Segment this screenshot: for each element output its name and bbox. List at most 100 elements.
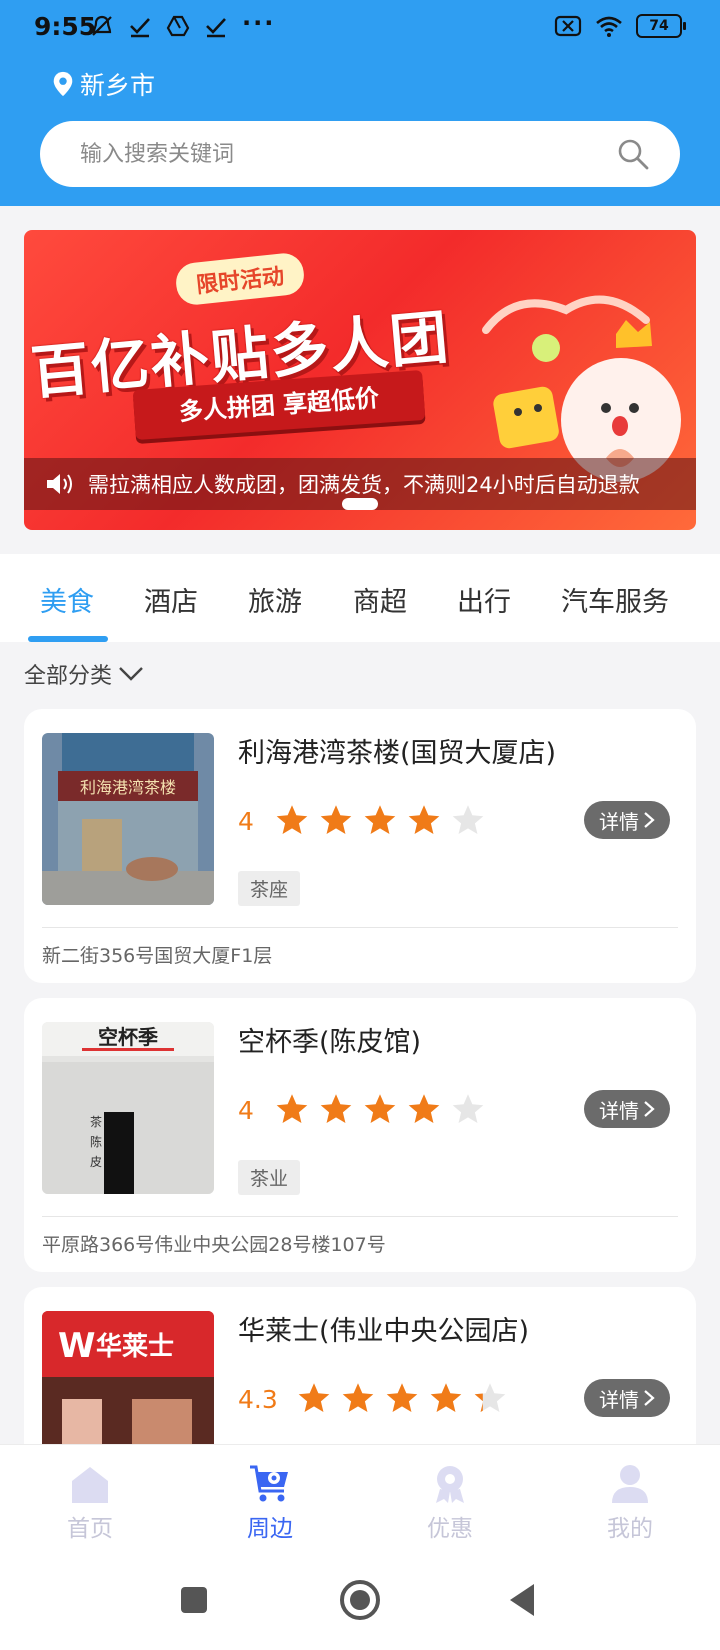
listing-title: 空杯季(陈皮馆)	[238, 1027, 422, 1058]
chevron-right-icon	[644, 812, 655, 828]
details-button[interactable]: 详情	[584, 1379, 670, 1417]
details-label: 详情	[599, 1098, 639, 1123]
location-pin-icon	[53, 71, 73, 97]
tab-car-service[interactable]: 汽车服务	[561, 580, 669, 619]
chevron-right-icon	[644, 1101, 655, 1117]
details-label: 详情	[599, 1387, 639, 1412]
divider	[42, 1216, 678, 1217]
star-filled-icon	[298, 1383, 330, 1413]
promo-banner[interactable]: 限时活动 百亿补贴多人团 多人拼团 享超低价 需拉满相应人数成团，团满发货，不满…	[24, 230, 696, 530]
listing-rating: 4	[238, 1092, 494, 1128]
nav-profile[interactable]: 我的	[570, 1463, 690, 1543]
store-sign-text: 利海港湾茶楼	[80, 778, 176, 797]
tab-travel[interactable]: 旅游	[248, 580, 302, 619]
badge-icon	[436, 1466, 464, 1503]
svg-text:皮: 皮	[90, 1155, 102, 1169]
home-icon	[72, 1467, 108, 1503]
listing-card[interactable]: 空杯季 茶 陈 皮 空杯季(陈皮馆) 4 详情 茶业 平原路366号伟业中央公园…	[24, 998, 696, 1272]
check-icon	[130, 18, 150, 38]
star-filled-icon	[276, 805, 308, 835]
nav-nearby[interactable]: 周边	[210, 1463, 330, 1543]
divider	[42, 927, 678, 928]
store-photo: 利海港湾茶楼	[42, 733, 214, 905]
check-icon	[206, 18, 226, 38]
rating-value: 4.3	[238, 1384, 278, 1414]
star-filled-icon	[320, 1094, 352, 1124]
listing-card[interactable]: 利海港湾茶楼 利海港湾茶楼(国贸大厦店) 4 详情 茶座 新二街356号国贸大厦…	[24, 709, 696, 983]
star-filled-icon	[320, 805, 352, 835]
rating-value: 4	[238, 1095, 254, 1125]
nav-label: 首页	[67, 1516, 113, 1542]
app-header: 9:55 ··· 74 新乡市	[0, 0, 720, 206]
active-tab-indicator	[28, 636, 108, 642]
back-icon[interactable]	[502, 1578, 546, 1622]
cart-location-icon	[250, 1465, 288, 1502]
nav-label: 我的	[607, 1516, 653, 1542]
tab-hotel[interactable]: 酒店	[144, 580, 198, 619]
star-filled-icon	[276, 1094, 308, 1124]
carousel-indicator	[342, 498, 378, 510]
star-filled-icon	[408, 805, 440, 835]
status-bar: 9:55 ··· 74	[0, 0, 720, 54]
nav-label: 周边	[247, 1516, 293, 1542]
tab-transport[interactable]: 出行	[457, 580, 511, 619]
nav-label: 优惠	[427, 1516, 473, 1542]
speaker-icon	[47, 474, 72, 494]
chevron-down-icon	[119, 667, 143, 681]
svg-text:W: W	[58, 1326, 96, 1366]
status-time: 9:55	[34, 12, 97, 41]
star-filled-icon	[364, 805, 396, 835]
search-input[interactable]	[80, 121, 600, 187]
category-tabs: 美食 酒店 旅游 商超 出行 汽车服务	[0, 554, 720, 642]
listing-address: 平原路366号伟业中央公园28号楼107号	[42, 1234, 386, 1256]
store-photo: 空杯季 茶 陈 皮	[42, 1022, 214, 1194]
more-notifications: ···	[242, 9, 276, 37]
notification-icons: ···	[90, 9, 275, 38]
city-selector[interactable]: 新乡市	[52, 66, 155, 102]
search-bar[interactable]	[40, 121, 680, 187]
no-sim-icon	[554, 15, 582, 37]
wifi-icon	[596, 16, 622, 37]
svg-text:茶: 茶	[90, 1114, 102, 1129]
notice-text: 需拉满相应人数成团，团满发货，不满则24小时后自动退款	[88, 473, 640, 497]
rating-value: 4	[238, 806, 254, 836]
star-filled-icon	[342, 1383, 374, 1413]
filter-label: 全部分类	[24, 664, 113, 689]
search-icon[interactable]	[616, 137, 650, 171]
listing-address: 新二街356号国贸大厦F1层	[42, 945, 273, 967]
city-name: 新乡市	[80, 71, 156, 100]
store-sign-text: 华莱士	[96, 1331, 174, 1362]
category-filter[interactable]: 全部分类	[24, 658, 144, 690]
chevron-right-icon	[644, 1390, 655, 1406]
listing-rating: 4.3	[238, 1381, 516, 1417]
tab-supermarket[interactable]: 商超	[353, 580, 407, 619]
svg-text:陈: 陈	[90, 1134, 102, 1149]
listing-title: 利海港湾茶楼(国贸大厦店)	[238, 738, 557, 769]
nav-deals[interactable]: 优惠	[390, 1463, 510, 1543]
system-status-icons: 74	[554, 14, 686, 38]
mute-icon	[92, 15, 112, 36]
tab-food[interactable]: 美食	[40, 580, 94, 619]
star-empty-icon	[452, 1094, 484, 1124]
category-tag: 茶业	[238, 1160, 301, 1195]
store-sign-text: 空杯季	[98, 1025, 158, 1049]
home-button-icon[interactable]	[338, 1578, 382, 1622]
listing-rating: 4	[238, 803, 494, 839]
bottom-navigation: 首页 周边 优惠 我的	[0, 1444, 720, 1554]
user-icon	[612, 1465, 648, 1503]
details-button[interactable]: 详情	[584, 801, 670, 839]
listing-title: 华莱士(伟业中央公园店)	[238, 1316, 530, 1347]
star-filled-icon	[430, 1383, 462, 1413]
details-button[interactable]: 详情	[584, 1090, 670, 1128]
details-label: 详情	[599, 809, 639, 834]
star-filled-icon	[386, 1383, 418, 1413]
recent-apps-icon[interactable]	[172, 1578, 216, 1622]
battery-indicator: 74	[636, 14, 686, 38]
banner-tag: 限时活动	[174, 251, 306, 307]
star-partial-icon	[474, 1383, 506, 1413]
star-empty-icon	[452, 805, 484, 835]
star-filled-icon	[408, 1094, 440, 1124]
nav-home[interactable]: 首页	[30, 1463, 150, 1543]
star-filled-icon	[364, 1094, 396, 1124]
system-navigation-bar	[0, 1554, 720, 1650]
